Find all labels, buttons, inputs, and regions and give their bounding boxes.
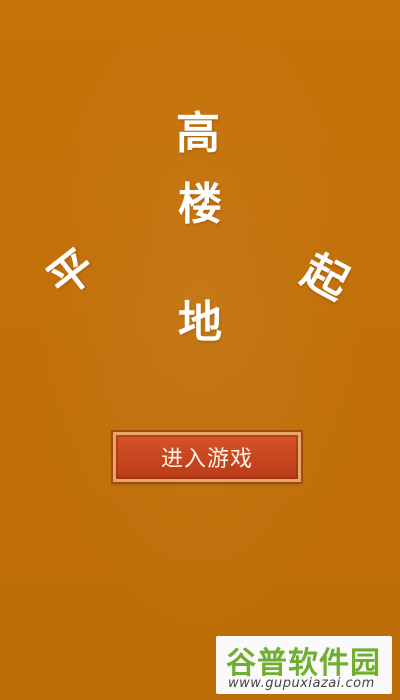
enter-game-button[interactable]: 进入游戏	[111, 430, 303, 484]
enter-game-label: 进入游戏	[160, 447, 253, 472]
title-char-ping: 平	[38, 239, 105, 308]
watermark-url: www.gupuxiazai.com	[228, 676, 375, 691]
watermark: 谷普软件园 www.gupuxiazai.com	[216, 636, 392, 694]
background	[0, 0, 400, 700]
title-char-gao: 高	[176, 108, 220, 159]
title-char-di: 地	[178, 297, 222, 348]
title-char-lou: 楼	[178, 179, 222, 230]
title-char-qi: 起	[293, 244, 357, 311]
